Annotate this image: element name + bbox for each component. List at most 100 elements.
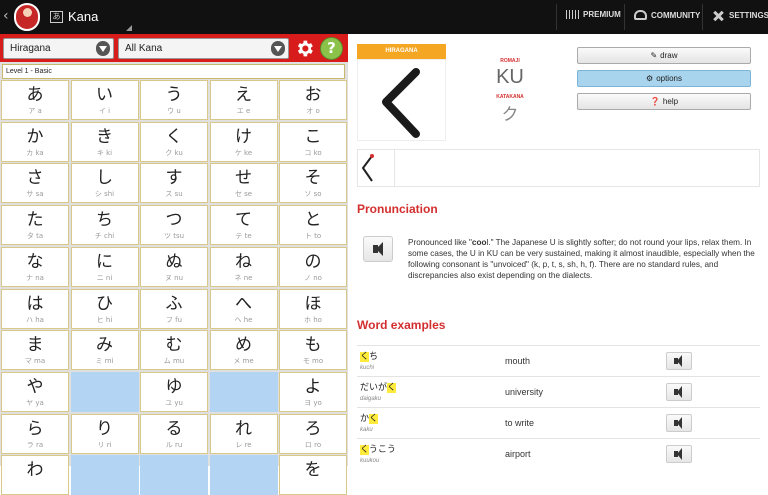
script-select[interactable]: Hiragana	[3, 38, 114, 59]
play-word-button[interactable]	[666, 445, 692, 463]
top-app-bar: ‹ あ Kana PREMIUM COMMUNITY SETTINGS	[0, 0, 768, 34]
kana-cell[interactable]: よヨ yo	[279, 371, 347, 412]
kana-romaji: セ se	[234, 190, 253, 199]
kana-cell[interactable]: かカ ka	[1, 121, 69, 162]
kana-cell[interactable]: うウ u	[140, 80, 208, 120]
stroke-order-frame[interactable]	[358, 150, 395, 186]
divider	[556, 4, 557, 30]
kana-set-select[interactable]: All Kana	[118, 38, 289, 59]
play-word-button[interactable]	[666, 414, 692, 432]
divider	[702, 4, 703, 30]
help-button[interactable]: ❓ help	[577, 93, 751, 110]
kana-romaji: ハ ha	[26, 315, 44, 324]
premium-button[interactable]: PREMIUM	[566, 10, 621, 19]
kana-cell[interactable]: とト to	[279, 205, 347, 246]
kana-cell[interactable]: むム mu	[140, 330, 208, 371]
word-english: airport	[505, 449, 531, 459]
kana-cell[interactable]: なナ na	[1, 246, 69, 287]
kana-cell[interactable]: わ	[1, 455, 69, 495]
options-button[interactable]: ⚙ options	[577, 70, 751, 87]
kana-chart-panel: Hiragana All Kana ? Level 1 - Basic あア a…	[0, 34, 348, 495]
kana-cell[interactable]: へヘ he	[209, 288, 278, 329]
kana-cell[interactable]: ゆユ yu	[140, 371, 208, 412]
kana-cell[interactable]: せセ se	[209, 163, 278, 204]
kana-cell[interactable]: みミ mi	[70, 330, 139, 371]
kana-cell[interactable]: つツ tsu	[140, 205, 208, 246]
kana-cell[interactable]: ほホ ho	[279, 288, 347, 329]
kana-cell[interactable]: にニ ni	[70, 246, 139, 287]
kana-romaji: エ e	[236, 107, 251, 115]
help-question-icon[interactable]: ?	[320, 37, 343, 60]
kana-cell[interactable]: いイ i	[70, 80, 139, 120]
kana-romaji: ラ ra	[26, 440, 44, 449]
back-chevron-icon[interactable]: ‹	[3, 8, 9, 24]
pronunciation-text: Pronounced like "cool." The Japanese U i…	[408, 238, 755, 280]
kana-cell[interactable]: はハ ha	[1, 288, 69, 329]
speaker-icon	[674, 386, 682, 398]
play-word-button[interactable]	[666, 383, 692, 401]
kana-character: い	[96, 85, 113, 105]
character-detail-panel: HIRAGANA ROMAJI KU KATAKANA ク ✎ draw ⚙ opt…	[348, 34, 768, 466]
kana-cell[interactable]: ひヒ hi	[70, 288, 139, 329]
speaker-icon	[674, 355, 682, 367]
kana-cell[interactable]: てテ te	[209, 205, 278, 246]
kana-character: よ	[304, 376, 322, 397]
kana-romaji: ナ na	[26, 273, 44, 282]
app-logo-avatar[interactable]	[14, 3, 40, 31]
app-title[interactable]: Kana	[68, 9, 98, 24]
word-example-row: くうこう kuukou airport	[357, 438, 760, 469]
level-label: Level 1 - Basic	[2, 64, 345, 79]
hiragana-character-card[interactable]	[357, 59, 446, 141]
script-select-value: Hiragana	[10, 43, 51, 54]
kana-character: う	[165, 85, 183, 105]
kana-cell[interactable]: おオ o	[279, 80, 347, 120]
kana-character: へ	[235, 293, 252, 314]
kana-cell[interactable]: るル ru	[140, 413, 208, 454]
kana-romaji: リ ri	[97, 440, 112, 449]
kana-cell[interactable]: あア a	[1, 80, 69, 120]
word-example-row: かく kaku to write	[357, 407, 760, 438]
kana-cell[interactable]: らラ ra	[1, 413, 69, 454]
kana-cell[interactable]: のノ no	[279, 246, 347, 287]
kana-cell[interactable]: りリ ri	[70, 413, 139, 454]
kana-romaji: ム mu	[163, 357, 185, 366]
word-english: to write	[505, 418, 535, 428]
question-circle-icon: ❓	[649, 97, 660, 106]
kana-cell[interactable]: ぬヌ nu	[140, 246, 208, 287]
community-button[interactable]: COMMUNITY	[634, 10, 700, 20]
play-pronunciation-button[interactable]	[363, 236, 393, 262]
draw-button[interactable]: ✎ draw	[577, 47, 751, 64]
kana-cell[interactable]: さサ sa	[1, 163, 69, 204]
word-romaji: kuchi	[360, 365, 375, 371]
kana-romaji: ウ u	[167, 107, 181, 115]
kana-cell[interactable]: たタ ta	[1, 205, 69, 246]
kana-character: か	[26, 126, 44, 147]
empty-cell	[209, 371, 278, 412]
title-dropdown-indicator-icon[interactable]	[126, 25, 132, 31]
play-word-button[interactable]	[666, 352, 692, 370]
kana-cell[interactable]: きキ ki	[70, 121, 139, 162]
settings-button[interactable]: SETTINGS	[712, 10, 768, 21]
gear-icon[interactable]	[294, 38, 315, 59]
kana-cell[interactable]: こコ ko	[279, 121, 347, 162]
kana-cell[interactable]: けケ ke	[209, 121, 278, 162]
kana-character: の	[304, 251, 322, 272]
kana-cell[interactable]: しシ shi	[70, 163, 139, 204]
kana-cell[interactable]: もモ mo	[279, 330, 347, 371]
kana-character: さ	[26, 168, 44, 189]
kana-cell[interactable]: そソ so	[279, 163, 347, 204]
kana-cell[interactable]: くク ku	[140, 121, 208, 162]
kana-cell[interactable]: ちチ chi	[70, 205, 139, 246]
kana-cell[interactable]: めメ me	[209, 330, 278, 371]
kana-cell[interactable]: ねネ ne	[209, 246, 278, 287]
kana-cell[interactable]: れレ re	[209, 413, 278, 454]
kana-cell[interactable]: まマ ma	[1, 330, 69, 371]
kana-romaji: ケ ke	[234, 148, 253, 157]
kana-cell[interactable]: ふフ fu	[140, 288, 208, 329]
divider	[624, 4, 625, 30]
kana-cell[interactable]: やヤ ya	[1, 371, 69, 412]
kana-cell[interactable]: ろロ ro	[279, 413, 347, 454]
kana-cell[interactable]: すス su	[140, 163, 208, 204]
kana-cell[interactable]: を	[279, 455, 347, 495]
kana-cell[interactable]: えエ e	[209, 80, 278, 120]
